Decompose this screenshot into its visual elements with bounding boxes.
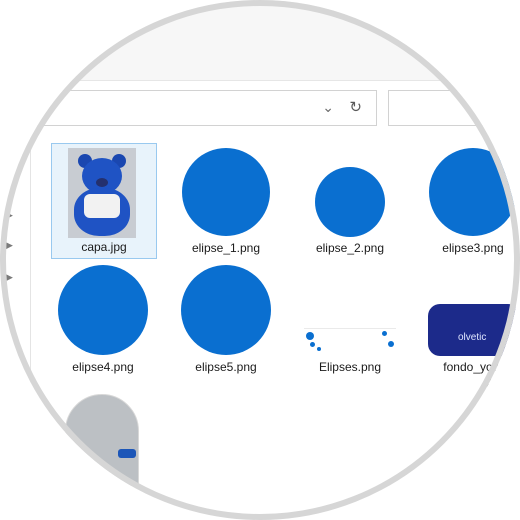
circle-thumbnail (315, 167, 385, 237)
file-tile-elipse4[interactable]: elipse4.png (51, 262, 155, 376)
chevron-down-icon[interactable]: ⌄ (322, 99, 334, 116)
address-bar[interactable]: ⌄ ↻ (30, 90, 377, 126)
file-name: elipse3.png (442, 241, 504, 255)
file-tile-elipse-2[interactable]: elipse_2.png (298, 143, 402, 257)
file-name: elipse_1.png (191, 241, 261, 255)
dots-thumbnail (304, 328, 396, 355)
circle-thumbnail (181, 265, 271, 355)
file-tile-capa[interactable]: capa.jpg (51, 143, 157, 259)
file-tile-elipse5[interactable]: elipse5.png (174, 262, 278, 376)
window-titlebar (0, 0, 520, 81)
refresh-icon[interactable]: ↻ (349, 98, 362, 116)
expand-arrow-icon[interactable]: ▶ (6, 272, 13, 283)
file-tile-elipse3[interactable]: elipse3.png (421, 143, 520, 257)
circle-thumbnail (182, 148, 270, 236)
file-name-continued: pg (486, 375, 500, 389)
gray-shape-thumbnail (65, 394, 139, 486)
navigation-pane[interactable]: ▶ ▶ ▶ (0, 130, 31, 520)
magnifier-lens: ⌄ ↻ ▶ ▶ ▶ capa.jpg elipse_1.png elipse_2… (0, 0, 520, 520)
file-name: elipse4.png (72, 360, 134, 374)
file-name: elipse_2.png (315, 241, 385, 255)
expand-arrow-icon[interactable]: ▶ (6, 240, 13, 251)
search-box[interactable] (388, 90, 520, 126)
file-name: elipse5.png (195, 360, 257, 374)
teddy-bear-thumbnail (68, 148, 136, 238)
file-name: capa.jpg (81, 240, 127, 254)
circle-thumbnail (429, 148, 517, 236)
expand-arrow-icon[interactable]: ▶ (6, 210, 13, 221)
file-tile-elipse-1[interactable]: elipse_1.png (174, 143, 278, 257)
file-name: fondo_yout (443, 360, 503, 374)
circle-thumbnail (58, 265, 148, 355)
banner-thumbnail: olvetic (428, 304, 520, 356)
file-tile-elipses[interactable]: Elipses.png (298, 262, 402, 376)
banner-logo-text: olvetic (458, 332, 487, 343)
file-tile-gray[interactable] (51, 392, 155, 502)
file-name: Elipses.png (318, 360, 382, 374)
file-tile-fondo-youtube[interactable]: olvetic fondo_yout pg (421, 262, 520, 392)
